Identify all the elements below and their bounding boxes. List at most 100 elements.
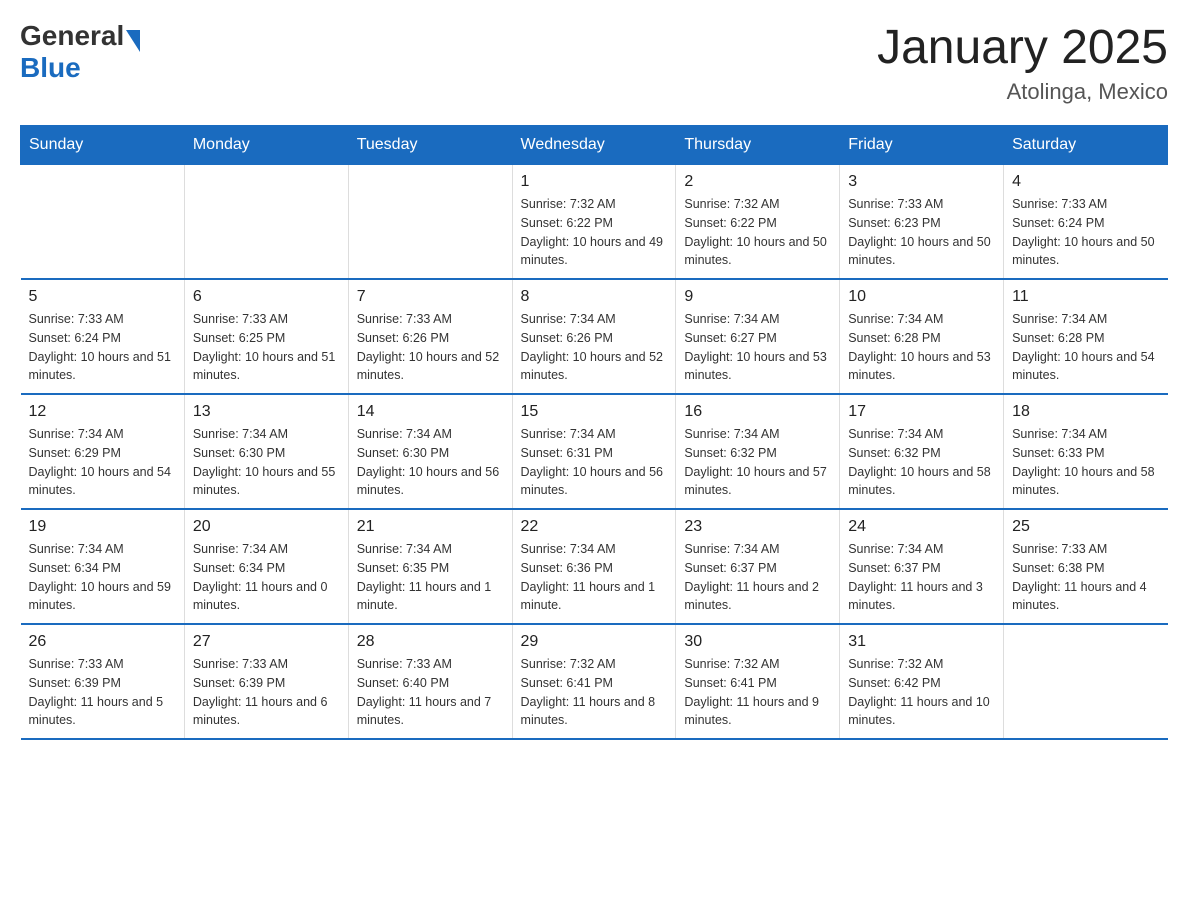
calendar-day-cell: 1Sunrise: 7:32 AM Sunset: 6:22 PM Daylig… [512, 165, 676, 280]
calendar-day-cell: 7 Sunrise: 7:33 AM Sunset: 6:26 PM Daylig… [348, 279, 512, 394]
day-of-week-header: Friday [840, 126, 1004, 165]
day-of-week-header: Wednesday [512, 126, 676, 165]
day-number: 24 [848, 518, 995, 536]
logo-triangle-icon [126, 30, 140, 52]
calendar-day-cell: 19 Sunrise: 7:34 AM Sunset: 6:34 PM Dayli… [21, 509, 185, 624]
day-number: 10 [848, 288, 995, 306]
day-info: Sunrise: 7:33 AM Sunset: 6:40 PM Dayligh… [357, 655, 504, 730]
calendar-header-row: SundayMondayTuesdayWednesdayThursdayFrid… [21, 126, 1168, 165]
page-header: General Blue January 2025 Atolinga, Mexi… [20, 20, 1168, 105]
calendar-day-cell: 2 Sunrise: 7:32 AM Sunset: 6:22 PM Daylig… [676, 165, 840, 280]
day-number: 21 [357, 518, 504, 536]
day-info: Sunrise: 7:34 AM Sunset: 6:34 PM Dayligh… [193, 540, 340, 615]
day-info: Sunrise: 7:34 AM Sunset: 6:31 PM Dayligh… [521, 425, 668, 500]
day-info: Sunrise: 7:34 AM Sunset: 6:35 PM Dayligh… [357, 540, 504, 615]
day-info: Sunrise: 7:34 AM Sunset: 6:26 PM Dayligh… [521, 310, 668, 385]
day-info: Sunrise: 7:34 AM Sunset: 6:27 PM Dayligh… [684, 310, 831, 385]
day-info: Sunrise: 7:32 AM Sunset: 6:22 PM Dayligh… [684, 195, 831, 270]
calendar-week-row: 19 Sunrise: 7:34 AM Sunset: 6:34 PM Dayli… [21, 509, 1168, 624]
day-number: 14 [357, 403, 504, 421]
calendar-day-cell: 17 Sunrise: 7:34 AM Sunset: 6:32 PM Dayli… [840, 394, 1004, 509]
day-number: 27 [193, 633, 340, 651]
calendar-day-cell: 14 Sunrise: 7:34 AM Sunset: 6:30 PM Dayli… [348, 394, 512, 509]
calendar-week-row: 26 Sunrise: 7:33 AM Sunset: 6:39 PM Dayli… [21, 624, 1168, 739]
calendar-day-cell: 30 Sunrise: 7:32 AM Sunset: 6:41 PM Dayli… [676, 624, 840, 739]
calendar-day-cell: 6 Sunrise: 7:33 AM Sunset: 6:25 PM Daylig… [184, 279, 348, 394]
day-info: Sunrise: 7:34 AM Sunset: 6:36 PM Dayligh… [521, 540, 668, 615]
day-of-week-header: Saturday [1004, 126, 1168, 165]
day-number: 26 [29, 633, 176, 651]
calendar-day-cell: 28 Sunrise: 7:33 AM Sunset: 6:40 PM Dayli… [348, 624, 512, 739]
calendar-week-row: 5 Sunrise: 7:33 AM Sunset: 6:24 PM Daylig… [21, 279, 1168, 394]
day-number: 17 [848, 403, 995, 421]
calendar-day-cell: 13Sunrise: 7:34 AM Sunset: 6:30 PM Dayli… [184, 394, 348, 509]
day-number: 11 [1012, 288, 1159, 306]
calendar-table: SundayMondayTuesdayWednesdayThursdayFrid… [20, 125, 1168, 740]
calendar-day-cell: 11 Sunrise: 7:34 AM Sunset: 6:28 PM Dayli… [1004, 279, 1168, 394]
calendar-day-cell [184, 165, 348, 280]
day-number: 30 [684, 633, 831, 651]
calendar-day-cell: 4 Sunrise: 7:33 AM Sunset: 6:24 PM Daylig… [1004, 165, 1168, 280]
day-info: Sunrise: 7:34 AM Sunset: 6:32 PM Dayligh… [848, 425, 995, 500]
day-info: Sunrise: 7:34 AM Sunset: 6:30 PM Dayligh… [357, 425, 504, 500]
day-number: 12 [29, 403, 176, 421]
day-of-week-header: Monday [184, 126, 348, 165]
calendar-day-cell: 5 Sunrise: 7:33 AM Sunset: 6:24 PM Daylig… [21, 279, 185, 394]
day-info: Sunrise: 7:34 AM Sunset: 6:29 PM Dayligh… [29, 425, 176, 500]
day-number: 3 [848, 173, 995, 191]
day-number: 7 [357, 288, 504, 306]
day-number: 18 [1012, 403, 1159, 421]
day-info: Sunrise: 7:34 AM Sunset: 6:28 PM Dayligh… [1012, 310, 1159, 385]
calendar-day-cell: 24Sunrise: 7:34 AM Sunset: 6:37 PM Dayli… [840, 509, 1004, 624]
calendar-day-cell: 16Sunrise: 7:34 AM Sunset: 6:32 PM Dayli… [676, 394, 840, 509]
day-info: Sunrise: 7:34 AM Sunset: 6:34 PM Dayligh… [29, 540, 176, 615]
calendar-day-cell: 21 Sunrise: 7:34 AM Sunset: 6:35 PM Dayli… [348, 509, 512, 624]
day-of-week-header: Thursday [676, 126, 840, 165]
day-number: 6 [193, 288, 340, 306]
calendar-day-cell [21, 165, 185, 280]
logo-blue-text: Blue [20, 52, 140, 84]
calendar-day-cell: 10Sunrise: 7:34 AM Sunset: 6:28 PM Dayli… [840, 279, 1004, 394]
day-number: 31 [848, 633, 995, 651]
calendar-day-cell [1004, 624, 1168, 739]
calendar-day-cell: 25 Sunrise: 7:33 AM Sunset: 6:38 PM Dayli… [1004, 509, 1168, 624]
day-info: Sunrise: 7:33 AM Sunset: 6:24 PM Dayligh… [29, 310, 176, 385]
day-number: 15 [521, 403, 668, 421]
day-number: 29 [521, 633, 668, 651]
day-number: 20 [193, 518, 340, 536]
day-info: Sunrise: 7:32 AM Sunset: 6:22 PM Dayligh… [521, 195, 668, 270]
day-info: Sunrise: 7:32 AM Sunset: 6:41 PM Dayligh… [684, 655, 831, 730]
day-number: 5 [29, 288, 176, 306]
day-number: 22 [521, 518, 668, 536]
day-info: Sunrise: 7:33 AM Sunset: 6:24 PM Dayligh… [1012, 195, 1159, 270]
calendar-day-cell: 20 Sunrise: 7:34 AM Sunset: 6:34 PM Dayli… [184, 509, 348, 624]
calendar-day-cell: 22 Sunrise: 7:34 AM Sunset: 6:36 PM Dayli… [512, 509, 676, 624]
day-info: Sunrise: 7:33 AM Sunset: 6:38 PM Dayligh… [1012, 540, 1159, 615]
day-number: 25 [1012, 518, 1159, 536]
day-number: 9 [684, 288, 831, 306]
day-info: Sunrise: 7:33 AM Sunset: 6:25 PM Dayligh… [193, 310, 340, 385]
day-info: Sunrise: 7:33 AM Sunset: 6:26 PM Dayligh… [357, 310, 504, 385]
day-number: 2 [684, 173, 831, 191]
calendar-day-cell: 12 Sunrise: 7:34 AM Sunset: 6:29 PM Dayli… [21, 394, 185, 509]
day-number: 4 [1012, 173, 1159, 191]
day-info: Sunrise: 7:33 AM Sunset: 6:23 PM Dayligh… [848, 195, 995, 270]
day-info: Sunrise: 7:34 AM Sunset: 6:37 PM Dayligh… [684, 540, 831, 615]
calendar-day-cell: 18Sunrise: 7:34 AM Sunset: 6:33 PM Dayli… [1004, 394, 1168, 509]
day-number: 19 [29, 518, 176, 536]
calendar-week-row: 12 Sunrise: 7:34 AM Sunset: 6:29 PM Dayli… [21, 394, 1168, 509]
calendar-subtitle: Atolinga, Mexico [877, 79, 1168, 105]
calendar-day-cell: 3 Sunrise: 7:33 AM Sunset: 6:23 PM Daylig… [840, 165, 1004, 280]
logo: General Blue [20, 20, 140, 84]
day-info: Sunrise: 7:33 AM Sunset: 6:39 PM Dayligh… [193, 655, 340, 730]
calendar-day-cell: 31Sunrise: 7:32 AM Sunset: 6:42 PM Dayli… [840, 624, 1004, 739]
calendar-day-cell: 9 Sunrise: 7:34 AM Sunset: 6:27 PM Daylig… [676, 279, 840, 394]
day-of-week-header: Sunday [21, 126, 185, 165]
calendar-day-cell: 29Sunrise: 7:32 AM Sunset: 6:41 PM Dayli… [512, 624, 676, 739]
calendar-day-cell [348, 165, 512, 280]
day-number: 28 [357, 633, 504, 651]
day-of-week-header: Tuesday [348, 126, 512, 165]
day-number: 16 [684, 403, 831, 421]
calendar-day-cell: 15 Sunrise: 7:34 AM Sunset: 6:31 PM Dayli… [512, 394, 676, 509]
calendar-day-cell: 23Sunrise: 7:34 AM Sunset: 6:37 PM Dayli… [676, 509, 840, 624]
